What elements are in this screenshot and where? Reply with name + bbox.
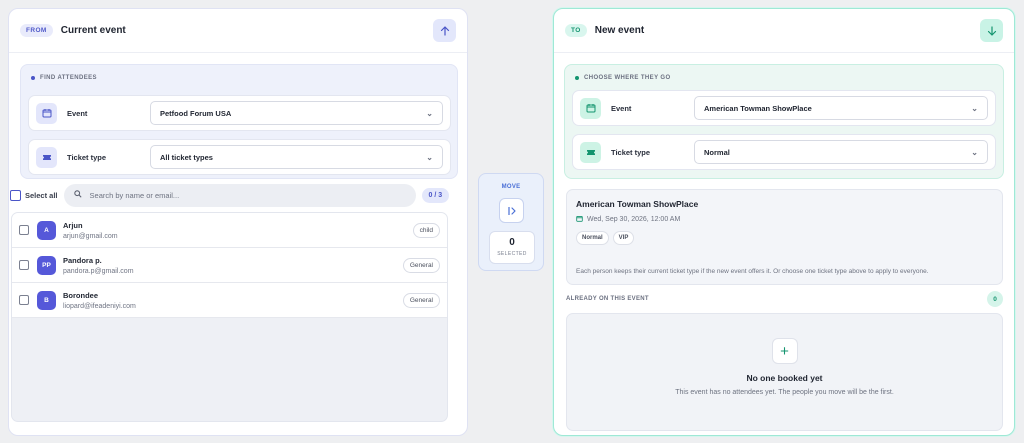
ticket-icon bbox=[580, 141, 601, 163]
ticket-chip: VIP bbox=[612, 231, 635, 245]
target-ticket-value: Normal bbox=[704, 147, 730, 157]
search-placeholder: Search by name or email... bbox=[89, 190, 180, 200]
already-on-event-label: ALREADY ON THIS EVENT bbox=[566, 296, 649, 302]
attendee-email: liopard@ifeadeniyi.com bbox=[63, 302, 136, 310]
ticket-filter-row: Ticket type All ticket types ⌄ bbox=[28, 139, 451, 175]
selected-count: 0 bbox=[509, 237, 515, 248]
ticket-badge: General bbox=[402, 257, 440, 273]
already-on-event-header: ALREADY ON THIS EVENT 0 bbox=[566, 291, 1003, 307]
ticket-type-chips: Normal VIP bbox=[576, 231, 993, 245]
empty-state: + No one booked yet This event has no at… bbox=[566, 313, 1003, 431]
attendee-list: A Arjun arjun@gmail.com child PP Pandora… bbox=[11, 212, 448, 422]
chevron-down-icon: ⌄ bbox=[971, 147, 978, 157]
list-item[interactable]: PP Pandora p. pandora.p@gmail.com Genera… bbox=[12, 248, 447, 283]
avatar: B bbox=[37, 290, 56, 310]
ticket-type-select[interactable]: All ticket types ⌄ bbox=[150, 145, 443, 169]
empty-state-subtitle: This event has no attendees yet. The peo… bbox=[675, 389, 894, 396]
ticket-icon bbox=[36, 146, 57, 168]
event-label: Event bbox=[67, 108, 88, 118]
attendee-toolbar: Select all Search by name or email... 0 … bbox=[10, 183, 450, 207]
list-item[interactable]: B Borondee liopard@ifeadeniyi.com Genera… bbox=[12, 283, 447, 318]
ticket-type-label: Ticket type bbox=[67, 152, 107, 162]
selected-label: SELECTED bbox=[497, 251, 527, 257]
to-panel-header: TO New event bbox=[554, 9, 1014, 53]
ticket-target-row: Ticket type Normal ⌄ bbox=[572, 134, 996, 170]
ticket-chip: Normal bbox=[576, 231, 609, 245]
attendee-checkbox[interactable] bbox=[19, 260, 29, 270]
attendee-checkbox[interactable] bbox=[19, 295, 29, 305]
avatar: PP bbox=[37, 255, 56, 275]
avatar: A bbox=[37, 220, 56, 240]
event-detail-card: American Towman ShowPlace Wed, Sep 30, 2… bbox=[566, 189, 1003, 285]
event-detail-name: American Towman ShowPlace bbox=[576, 199, 699, 209]
to-panel: TO New event CHOOSE WHERE THEY GO Event … bbox=[553, 8, 1015, 436]
move-label: MOVE bbox=[501, 184, 521, 190]
chevron-down-icon: ⌄ bbox=[971, 103, 978, 113]
to-panel-title: New event bbox=[594, 25, 645, 36]
event-target-row: Event American Towman ShowPlace ⌄ bbox=[572, 90, 996, 126]
to-tag: TO bbox=[565, 24, 587, 37]
target-event-select[interactable]: American Towman ShowPlace ⌄ bbox=[694, 96, 988, 120]
bullet-dot bbox=[575, 76, 579, 80]
event-select-value: Petfood Forum USA bbox=[160, 108, 232, 118]
move-control: MOVE 0 SELECTED bbox=[478, 173, 544, 271]
calendar-icon bbox=[576, 215, 583, 224]
calendar-icon bbox=[36, 102, 57, 124]
choose-destination-title: CHOOSE WHERE THEY GO bbox=[584, 75, 671, 81]
ticket-badge: General bbox=[402, 292, 440, 308]
find-attendees-title: FIND ATTENDEES bbox=[40, 75, 97, 81]
chevron-down-icon: ⌄ bbox=[426, 152, 433, 162]
ticket-badge: child bbox=[412, 222, 440, 238]
calendar-icon bbox=[580, 97, 601, 119]
arrow-up-icon[interactable] bbox=[433, 19, 456, 42]
from-panel-header: FROM Current event bbox=[9, 9, 467, 53]
select-all-checkbox[interactable] bbox=[10, 189, 21, 201]
from-panel-title: Current event bbox=[60, 25, 126, 36]
attendee-email: pandora.p@gmail.com bbox=[63, 267, 134, 275]
target-event-value: American Towman ShowPlace bbox=[704, 103, 812, 113]
attendee-name: Pandora p. bbox=[63, 255, 102, 265]
ticket-note: Each person keeps their current ticket t… bbox=[576, 268, 929, 275]
find-attendees-card: FIND ATTENDEES Event Petfood Forum USA ⌄… bbox=[20, 64, 458, 179]
ticket-type-select-value: All ticket types bbox=[160, 152, 213, 162]
target-ticket-select[interactable]: Normal ⌄ bbox=[694, 140, 988, 164]
move-arrow-icon[interactable] bbox=[499, 198, 524, 223]
arrow-down-icon[interactable] bbox=[980, 19, 1003, 42]
event-select[interactable]: Petfood Forum USA ⌄ bbox=[150, 101, 443, 125]
selection-count-badge: 0 / 3 bbox=[421, 187, 450, 203]
chevron-down-icon: ⌄ bbox=[426, 108, 433, 118]
ticket-type-label: Ticket type bbox=[611, 147, 651, 157]
attendee-email: arjun@gmail.com bbox=[63, 232, 118, 240]
list-item[interactable]: A Arjun arjun@gmail.com child bbox=[12, 213, 447, 248]
attendee-checkbox[interactable] bbox=[19, 225, 29, 235]
event-detail-date: Wed, Sep 30, 2026, 12:00 AM bbox=[587, 216, 681, 223]
from-tag: FROM bbox=[20, 24, 53, 37]
selected-counter: 0 SELECTED bbox=[489, 231, 535, 264]
search-icon bbox=[73, 190, 82, 200]
select-all-label[interactable]: Select all bbox=[25, 191, 58, 200]
event-label: Event bbox=[611, 103, 632, 113]
already-count-badge: 0 bbox=[987, 291, 1003, 307]
choose-destination-card: CHOOSE WHERE THEY GO Event American Towm… bbox=[564, 64, 1004, 179]
attendee-name: Borondee bbox=[63, 290, 99, 300]
bullet-dot bbox=[31, 76, 35, 80]
search-input[interactable]: Search by name or email... bbox=[63, 183, 416, 207]
attendee-name: Arjun bbox=[63, 220, 83, 230]
empty-state-title: No one booked yet bbox=[746, 373, 823, 383]
plus-icon: + bbox=[771, 338, 798, 364]
event-filter-row: Event Petfood Forum USA ⌄ bbox=[28, 95, 451, 131]
